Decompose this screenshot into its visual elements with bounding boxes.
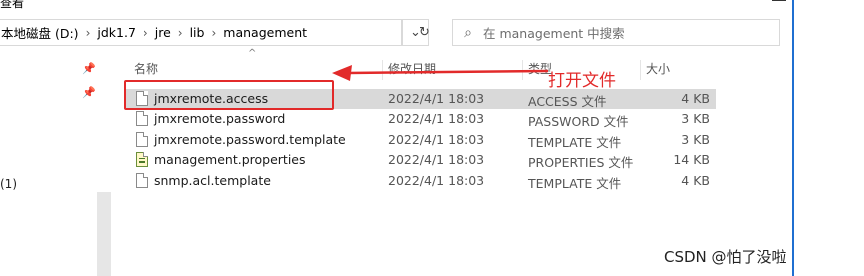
file-row-management-properties[interactable]: management.properties 2022/4/1 18:03 PRO… [124,150,716,170]
file-date: 2022/4/1 18:03 [388,152,485,167]
file-type: ACCESS 文件 [528,94,607,109]
file-size: 4 KB [681,173,710,188]
annotation-label: 打开文件 [548,71,616,91]
file-date: 2022/4/1 18:03 [388,91,485,106]
breadcrumb-jre[interactable]: jre [154,25,172,40]
annotation-arrow-shaft [347,69,549,75]
file-date: 2022/4/1 18:03 [388,132,485,147]
breadcrumb-separator-icon[interactable]: › [172,26,189,40]
search-box[interactable]: ⌕ 在 management 中搜索 [452,19,780,46]
breadcrumb-drive[interactable]: 本地磁盘 (D:) [0,23,80,42]
column-header-size-label: 大小 [646,62,671,76]
column-header-name[interactable]: 名称 [134,60,158,80]
nav-item-fragment[interactable]: (1) [0,177,17,191]
properties-file-icon [136,152,148,167]
search-icon: ⌕ [464,24,472,41]
annotation-arrow-head [332,65,352,81]
breadcrumb-separator-icon[interactable]: › [137,26,154,40]
file-type: TEMPLATE 文件 [528,135,622,150]
file-name[interactable]: management.properties [154,152,306,167]
file-row-jmxremote-password[interactable]: jmxremote.password 2022/4/1 18:03 PASSWO… [124,109,716,129]
file-size: 14 KB [673,152,710,167]
file-type: PASSWORD 文件 [528,114,629,129]
breadcrumb-jdk[interactable]: jdk1.7 [96,25,137,40]
file-name[interactable]: jmxremote.password.template [154,132,346,147]
file-row-snmp-acl-template[interactable]: snmp.acl.template 2022/4/1 18:03 TEMPLAT… [124,171,716,191]
background-area [794,0,864,276]
breadcrumb-management[interactable]: management [222,25,308,40]
breadcrumb-lib[interactable]: lib [189,25,206,40]
file-date: 2022/4/1 18:03 [388,173,485,188]
column-header-size[interactable]: 大小 [646,60,670,80]
column-divider[interactable] [640,60,641,80]
file-size: 3 KB [681,132,710,147]
breadcrumb-separator-icon[interactable]: › [80,26,97,40]
refresh-icon: ↻ [419,25,430,40]
sort-ascending-icon: ^ [248,48,257,59]
file-size: 4 KB [681,91,710,106]
document-icon [136,111,148,126]
window-top-strip: 查看 [0,0,864,18]
pin-icon[interactable]: 📌 [82,62,96,75]
highlight-box [124,80,334,110]
navigation-pane [0,47,112,276]
pin-icon[interactable]: 📌 [82,86,96,99]
watermark: CSDN @怕了没啦 [664,248,787,266]
breadcrumb-separator-icon[interactable]: › [205,26,222,40]
search-input[interactable]: 在 management 中搜索 [483,23,625,42]
document-icon [136,132,148,147]
file-size: 3 KB [681,111,710,126]
column-header-name-label: 名称 [134,62,159,76]
annotation-arrow-icon [332,65,549,81]
file-row-jmxremote-password-template[interactable]: jmxremote.password.template 2022/4/1 18:… [124,130,716,150]
window-title-fragment: 查看 [0,0,25,10]
minimize-button[interactable] [772,0,792,8]
file-name[interactable]: snmp.acl.template [154,173,271,188]
file-name[interactable]: jmxremote.password [154,111,285,126]
minimize-icon [772,0,786,1]
document-icon [136,173,148,188]
file-date: 2022/4/1 18:03 [388,111,485,126]
address-bar[interactable]: 本地磁盘 (D:) › jdk1.7 › jre › lib › managem… [0,19,402,46]
nav-scrollbar[interactable] [97,192,111,276]
refresh-button[interactable]: ↻ [411,19,438,46]
file-type: PROPERTIES 文件 [528,155,634,170]
file-type: TEMPLATE 文件 [528,176,622,191]
